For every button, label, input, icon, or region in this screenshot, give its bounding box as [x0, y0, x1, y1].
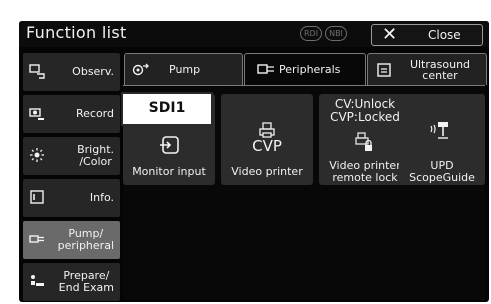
- tab-label: Pump: [169, 63, 201, 76]
- mode-badges: RDI NBI: [300, 26, 347, 41]
- tab-pump[interactable]: Pump: [124, 53, 243, 85]
- monitor-input-icon: [160, 136, 179, 154]
- patient-bed-icon: [31, 275, 44, 286]
- close-label: Close: [428, 28, 461, 42]
- sidebar-item-info[interactable]: Info.: [23, 179, 120, 217]
- video-printer-button[interactable]: CVP Video printer: [221, 94, 313, 185]
- lock-status-text: CV:Unlock CVP:Locked: [330, 97, 400, 124]
- pump-icon: [132, 63, 149, 76]
- tab-label: Ultrasound center: [409, 57, 471, 82]
- title-bar: Function list RDI NBI ✕ Close: [19, 21, 489, 47]
- button-label: Monitor input: [132, 165, 206, 178]
- button-label: Video printer: [231, 165, 303, 178]
- button-label: Video printer remote lock: [329, 159, 401, 184]
- rdi-badge: RDI: [300, 26, 323, 41]
- sidebar-item-label: Bright. /Color: [77, 143, 114, 168]
- sidebar-item-label: Record: [75, 107, 114, 120]
- current-input-text: SDI1: [148, 100, 186, 116]
- close-button[interactable]: ✕ Close: [371, 24, 483, 46]
- scopeguide-icon: [430, 122, 448, 139]
- page-title: Function list: [26, 23, 127, 42]
- nbi-badge: NBI: [325, 26, 347, 41]
- tab-label: Peripherals: [279, 63, 341, 76]
- observation-monitor-icon: [29, 64, 45, 79]
- function-list-screen: Function list RDI NBI ✕ Close Observ. Re…: [19, 21, 489, 302]
- sidebar-item-label: Pump/ peripheral: [57, 227, 114, 252]
- record-camera-icon: [29, 108, 44, 120]
- close-icon: ✕: [382, 24, 398, 45]
- brightness-icon: [30, 148, 44, 162]
- peripheral-connector-icon: [29, 235, 44, 243]
- button-label: UPD ScopeGuide: [409, 159, 475, 184]
- video-printer-remote-lock-button[interactable]: CV:Unlock CVP:Locked Video printer remot…: [319, 94, 411, 185]
- current-input-value: SDI1: [121, 92, 213, 126]
- sidebar-item-record[interactable]: Record: [23, 95, 120, 133]
- info-screen-icon: [30, 190, 44, 204]
- sidebar-item-prepare-end-exam[interactable]: Prepare/ End Exam: [23, 263, 120, 301]
- tab-peripherals[interactable]: Peripherals: [244, 53, 366, 87]
- sidebar-item-observ[interactable]: Observ.: [23, 53, 120, 91]
- sidebar-item-pump-peripheral[interactable]: Pump/ peripheral: [23, 221, 120, 259]
- printer-lock-icon: [355, 132, 372, 151]
- printer-icon: [259, 122, 275, 138]
- printer-code: CVP: [252, 137, 282, 155]
- ultrasound-screen-icon: [377, 63, 391, 77]
- sidebar-item-label: Observ.: [72, 65, 114, 78]
- upd-scopeguide-button[interactable]: UPD ScopeGuide: [399, 94, 485, 185]
- sidebar-item-label: Prepare/ End Exam: [58, 269, 114, 294]
- tab-ultrasound-center[interactable]: Ultrasound center: [367, 53, 487, 85]
- sidebar-item-bright-color[interactable]: Bright. /Color: [23, 137, 120, 175]
- monitor-input-button[interactable]: SDI1 Monitor input: [121, 92, 215, 185]
- sidebar-item-label: Info.: [89, 191, 114, 204]
- peripheral-connector-icon: [257, 64, 274, 74]
